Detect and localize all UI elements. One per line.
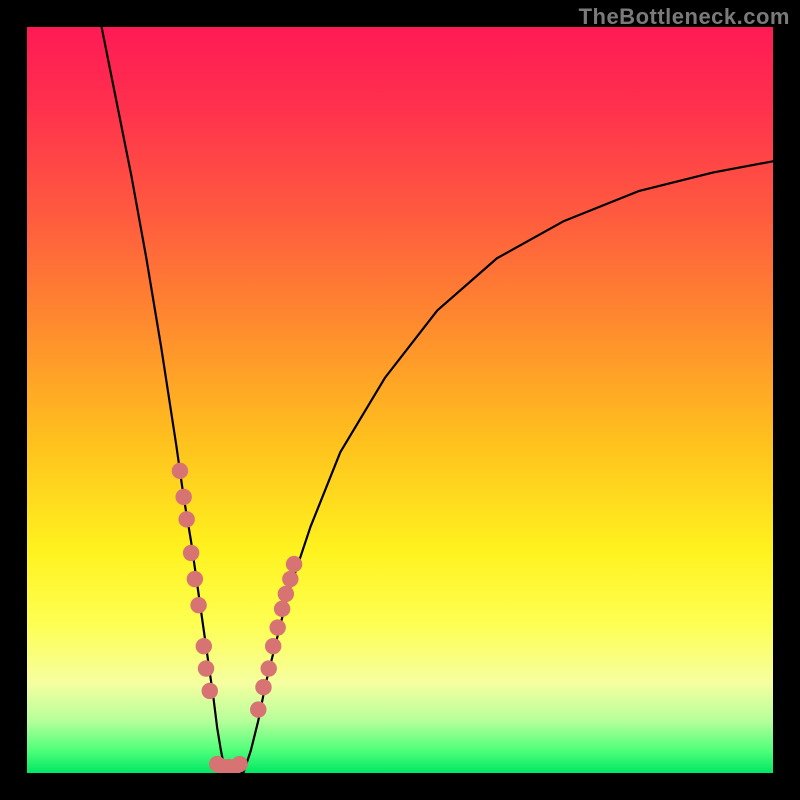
data-dot [250, 701, 266, 717]
data-dot [190, 597, 206, 613]
data-dot [231, 756, 247, 772]
data-dot [269, 619, 285, 635]
plot-area [27, 27, 773, 773]
scatter-dots [27, 27, 773, 773]
watermark-text: TheBottleneck.com [579, 4, 790, 30]
data-dot [196, 638, 212, 654]
data-dot [187, 571, 203, 587]
data-dot [260, 660, 276, 676]
data-dot [172, 463, 188, 479]
data-dot [183, 545, 199, 561]
data-dot [255, 679, 271, 695]
data-dot [274, 601, 290, 617]
data-dot [286, 556, 302, 572]
data-dot [178, 511, 194, 527]
data-dot [198, 660, 214, 676]
data-dot [202, 683, 218, 699]
chart-frame: TheBottleneck.com [0, 0, 800, 800]
data-dot [282, 571, 298, 587]
data-dot [278, 586, 294, 602]
data-dot [265, 638, 281, 654]
data-dot [175, 489, 191, 505]
